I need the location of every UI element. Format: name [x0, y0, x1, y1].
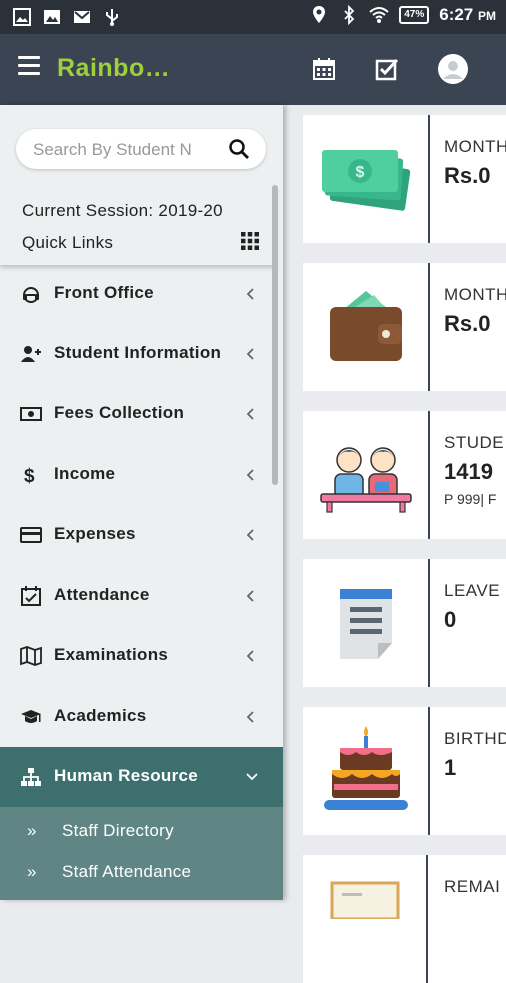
- search-placeholder: Search By Student N: [33, 140, 192, 159]
- chevron-left-icon: [246, 529, 254, 541]
- clock-time: 6:27 PM: [439, 5, 496, 24]
- card-value: Rs.0: [444, 311, 491, 336]
- sidebar-item-label: Fees Collection: [54, 403, 185, 422]
- submenu-item-label: Staff Attendance: [62, 862, 192, 881]
- apps-grid-icon[interactable]: [241, 232, 259, 250]
- gallery-notification-icon: [44, 10, 60, 24]
- chevron-left-icon: [246, 469, 254, 481]
- sidebar-item-label: Income: [54, 464, 116, 483]
- submenu-item-staff-directory[interactable]: » Staff Directory: [0, 811, 283, 851]
- sidebar-item-expenses[interactable]: Expenses: [0, 505, 276, 565]
- sidebar-item-income[interactable]: $ Income: [0, 445, 276, 505]
- hamburger-menu-button[interactable]: [18, 56, 40, 78]
- document-icon: [339, 589, 392, 659]
- card-label: MONTH: [444, 285, 506, 304]
- current-session: Current Session: 2019-20: [22, 201, 223, 220]
- sidebar-item-label: Academics: [54, 706, 147, 725]
- calendar-check-icon: [21, 586, 41, 606]
- sitemap-icon: [21, 768, 41, 786]
- sidebar-item-academics[interactable]: Academics: [0, 687, 276, 747]
- card-value: Rs.0: [444, 163, 491, 188]
- wifi-icon: [369, 7, 389, 23]
- card-label: MONTH: [444, 137, 506, 156]
- card-subtext: P 999| F: [444, 491, 497, 507]
- sidebar-item-student-information[interactable]: Student Information: [0, 324, 276, 384]
- chevron-left-icon: [246, 711, 254, 723]
- gmail-icon: [74, 11, 90, 23]
- battery-level: 47%: [399, 6, 430, 24]
- sidebar-item-examinations[interactable]: Examinations: [0, 626, 276, 686]
- quick-links-label[interactable]: Quick Links: [22, 233, 113, 253]
- sidebar-item-label: Front Office: [54, 283, 154, 302]
- dashboard-card[interactable]: STUDE 1419 P 999| F: [303, 411, 506, 539]
- sidebar-item-label: Examinations: [54, 645, 169, 664]
- double-chevron-right-icon: »: [27, 862, 37, 881]
- location-icon: [313, 6, 326, 23]
- dashboard-card[interactable]: LEAVE 0: [303, 559, 506, 687]
- card-value: 1419: [444, 459, 493, 484]
- top-app-bar: Rainbo…: [0, 34, 506, 105]
- chevron-left-icon: [246, 590, 254, 602]
- submenu-item-staff-attendance[interactable]: » Staff Attendance: [0, 852, 283, 892]
- chevron-down-icon: [246, 773, 258, 781]
- sidebar-item-human-resource[interactable]: Human Resource: [0, 747, 283, 807]
- card-label: REMAI: [444, 877, 501, 896]
- card-label: BIRTHD: [444, 729, 506, 748]
- map-icon: [20, 646, 42, 666]
- sidebar-item-label: Student Information: [54, 343, 222, 362]
- credit-card-icon: [20, 527, 42, 543]
- dashboard-card[interactable]: MONTH Rs.0: [303, 263, 506, 391]
- sidebar-item-fees-collection[interactable]: Fees Collection: [0, 384, 276, 444]
- svg-text:$: $: [355, 164, 364, 181]
- user-plus-icon: [21, 346, 41, 362]
- graduation-cap-icon: [21, 710, 41, 723]
- human-resource-submenu: » Staff Directory » Staff Attendance: [0, 807, 283, 900]
- cake-icon: [323, 726, 408, 810]
- dollar-icon: $: [24, 466, 35, 486]
- student-search-input[interactable]: Search By Student N: [16, 129, 266, 169]
- dashboard-card[interactable]: REMAI: [303, 855, 506, 983]
- sidebar-item-label: Expenses: [54, 524, 136, 543]
- students-icon: [319, 447, 412, 513]
- sidebar-item-front-office[interactable]: Front Office: [0, 264, 276, 324]
- status-bar: 47% 6:27 PM: [0, 0, 506, 34]
- calendar-icon[interactable]: [311, 56, 337, 82]
- card-label: STUDE: [444, 433, 505, 452]
- session-panel: Current Session: 2019-20 Quick Links: [0, 185, 276, 265]
- image-notification-icon: [13, 8, 31, 26]
- svg-text:$: $: [24, 466, 35, 486]
- bluetooth-icon: [344, 5, 355, 25]
- sidebar-item-label: Attendance: [54, 585, 150, 604]
- navigation-drawer: Search By Student N Current Session: 201…: [0, 105, 283, 900]
- chevron-left-icon: [246, 288, 254, 300]
- certificate-icon: [330, 881, 399, 919]
- card-label: LEAVE: [444, 581, 501, 600]
- chevron-left-icon: [246, 650, 254, 662]
- dashboard-card[interactable]: BIRTHD 1: [303, 707, 506, 835]
- headset-icon: [23, 287, 39, 303]
- dashboard-card[interactable]: $ MONTH Rs.0: [303, 115, 506, 243]
- sidebar-item-attendance[interactable]: Attendance: [0, 566, 276, 626]
- task-check-icon[interactable]: [374, 56, 400, 82]
- user-avatar[interactable]: [438, 54, 468, 84]
- app-title: Rainbo…: [57, 54, 171, 82]
- double-chevron-right-icon: »: [27, 821, 37, 840]
- usb-icon: [106, 9, 118, 26]
- submenu-item-label: Staff Directory: [62, 821, 174, 840]
- wallet-icon: [329, 291, 402, 361]
- sidebar-item-label: Human Resource: [54, 766, 199, 785]
- chevron-left-icon: [246, 348, 254, 360]
- card-value: 1: [444, 755, 457, 780]
- card-value: 0: [444, 607, 457, 632]
- cash-icon: $: [321, 150, 410, 211]
- money-icon: [20, 407, 42, 421]
- search-icon[interactable]: [228, 138, 250, 160]
- notification-icons: [12, 7, 122, 27]
- dashboard-content: $ MONTH Rs.0 MONTH Rs.0 STUDE 1419 P 999…: [283, 105, 506, 983]
- avatar-icon: [443, 61, 463, 79]
- chevron-left-icon: [246, 408, 254, 420]
